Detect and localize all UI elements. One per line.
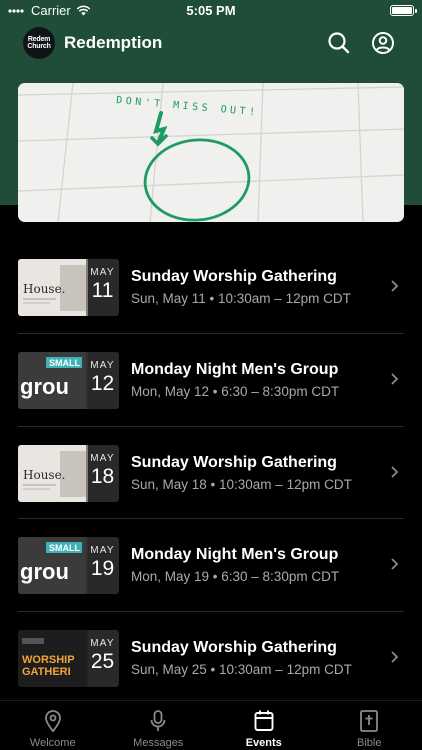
art-title: House. [23, 468, 66, 482]
event-title: Sunday Worship Gathering [131, 639, 337, 657]
event-date-badge: MAY 11 [86, 259, 119, 316]
logo-text-top: Redem [27, 36, 51, 43]
event-date-badge: MAY 25 [86, 630, 119, 688]
event-month: MAY [90, 545, 115, 557]
art-title: grou [20, 374, 69, 399]
event-day: 11 [91, 279, 114, 302]
tab-bar: Welcome Messages Events Bible [0, 700, 422, 750]
bible-icon [360, 710, 379, 732]
chevron-right-icon [391, 651, 399, 663]
event-datetime: Sun, May 25 • 10:30am – 12pm CDT [131, 662, 352, 678]
event-title: Sunday Worship Gathering [131, 268, 337, 285]
location-pin-icon [44, 710, 61, 733]
event-month: MAY [90, 452, 115, 464]
tab-welcome[interactable]: Welcome [0, 701, 106, 750]
event-title: Sunday Worship Gathering [131, 453, 337, 471]
event-art: House. [18, 444, 88, 502]
event-month: MAY [90, 638, 115, 650]
event-date-badge: MAY 19 [86, 537, 119, 595]
event-title: Monday Night Men's Group [131, 546, 339, 564]
event-thumbnail: House. MAY 18 [18, 444, 119, 502]
logo-text-bottom: Church [27, 43, 51, 50]
event-datetime: Sun, May 11 • 10:30am – 12pm CDT [131, 291, 351, 306]
tab-bible[interactable]: Bible [317, 701, 422, 750]
art-title: grou [20, 559, 69, 584]
event-row[interactable]: House. MAY 18 Sunday Worship Gathering S… [0, 425, 422, 519]
hero-calendar-image: DON'T MISS OUT! [18, 83, 404, 222]
account-button[interactable] [370, 30, 396, 56]
chevron-right-icon [391, 558, 399, 571]
chevron-right-icon [391, 280, 399, 292]
event-thumbnail: SMALL grou MAY 19 [18, 537, 119, 595]
status-bar: Carrier 5:05 PM [0, 0, 422, 22]
search-icon [328, 32, 350, 54]
chevron-right-icon [391, 465, 399, 478]
event-day: 25 [90, 650, 115, 674]
chevron-right-icon [391, 373, 399, 385]
tab-label: Bible [357, 737, 382, 749]
event-thumbnail: WORSHIP GATHERI MAY 25 [18, 630, 119, 688]
event-thumbnail: House. MAY 11 [18, 259, 119, 316]
event-row[interactable]: SMALL grou MAY 12 Monday Night Men's Gro… [0, 332, 422, 426]
event-month: MAY [90, 267, 115, 278]
art-title: WORSHIP [22, 654, 75, 666]
event-datetime: Sun, May 18 • 10:30am – 12pm CDT [131, 476, 352, 492]
art-subtitle: GATHERI [22, 666, 71, 678]
art-tag: SMALL [49, 358, 80, 368]
event-day: 12 [90, 371, 115, 395]
event-title: Monday Night Men's Group [131, 360, 339, 378]
tab-label: Messages [133, 737, 184, 749]
battery-icon [390, 5, 417, 16]
event-datetime: Mon, May 19 • 6:30 – 8:30pm CDT [131, 569, 340, 585]
event-month: MAY [90, 359, 115, 371]
event-art: House. [18, 259, 88, 316]
microphone-icon [150, 710, 166, 731]
top-nav: Redem Church Redemption [0, 24, 422, 64]
event-thumbnail: SMALL grou MAY 12 [18, 351, 119, 409]
user-circle-icon [372, 32, 394, 54]
events-list: House. MAY 11 Sunday Worship Gathering S… [0, 240, 422, 704]
event-art: SMALL grou [18, 537, 88, 595]
event-art: WORSHIP GATHERI [18, 630, 88, 688]
event-datetime: Mon, May 12 • 6:30 – 8:30pm CDT [131, 383, 340, 399]
event-date-badge: MAY 12 [86, 351, 119, 409]
event-date-badge: MAY 18 [86, 444, 119, 502]
event-row[interactable]: House. MAY 11 Sunday Worship Gathering S… [0, 240, 422, 333]
church-logo[interactable]: Redem Church [23, 27, 55, 59]
tab-label: Welcome [29, 737, 76, 749]
calendar-icon [254, 710, 274, 731]
event-row[interactable]: WORSHIP GATHERI MAY 25 Sunday Worship Ga… [0, 611, 422, 704]
event-row[interactable]: SMALL grou MAY 19 Monday Night Men's Gro… [0, 518, 422, 611]
tab-messages[interactable]: Messages [106, 701, 212, 750]
tab-label: Events [245, 737, 282, 749]
app-title: Redemption [64, 33, 163, 52]
event-art: SMALL grou [18, 351, 88, 409]
tab-events[interactable]: Events [211, 701, 317, 750]
search-button[interactable] [326, 30, 352, 56]
clock: 5:05 PM [186, 3, 236, 18]
hero-banner[interactable]: DON'T MISS OUT! [18, 83, 404, 222]
art-title: House. [23, 282, 66, 296]
event-day: 19 [90, 557, 115, 581]
art-tag: SMALL [49, 543, 80, 553]
event-day: 18 [90, 464, 115, 488]
